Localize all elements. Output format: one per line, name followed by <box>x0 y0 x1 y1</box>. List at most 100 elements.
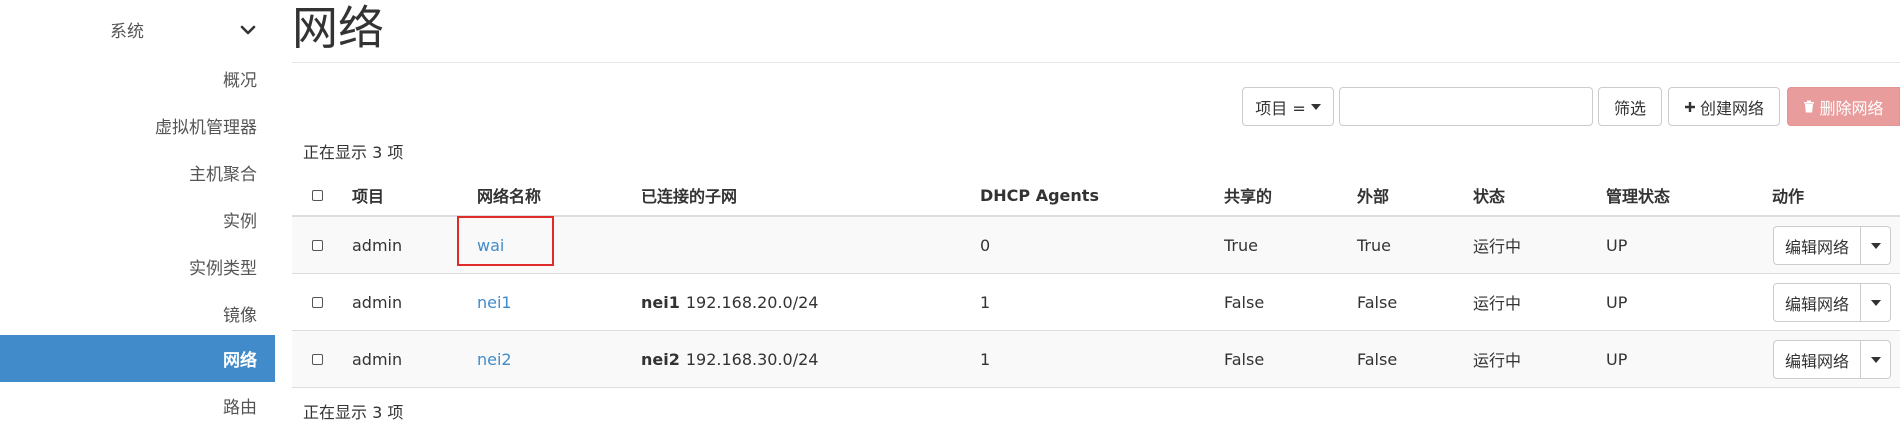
column-header-name[interactable]: 网络名称 <box>477 175 541 215</box>
edit-network-button[interactable]: 编辑网络 <box>1773 340 1862 379</box>
sidebar-section-label: 系统 <box>110 22 144 42</box>
cell-name: wai <box>477 217 504 273</box>
column-header-project[interactable]: 项目 <box>352 175 384 215</box>
row-action-group: 编辑网络 <box>1773 226 1892 265</box>
cell-shared: True <box>1224 235 1258 255</box>
column-header-actions: 动作 <box>1772 187 1805 206</box>
row-action-group: 编辑网络 <box>1773 283 1892 322</box>
row-select-cell <box>312 331 323 387</box>
cell-dhcp: 0 <box>980 235 991 255</box>
network-name-link[interactable]: wai <box>477 236 504 255</box>
cell-subnets: nei1 192.168.20.0/24 <box>641 274 818 330</box>
select-all-checkbox[interactable] <box>312 189 323 201</box>
cell-dhcp: 1 <box>980 292 991 312</box>
row-checkbox[interactable] <box>312 353 323 365</box>
network-name-link[interactable]: nei2 <box>477 350 512 369</box>
create-network-button[interactable]: 创建网络 <box>1668 87 1780 126</box>
sidebar-item-networks[interactable]: 网络 <box>0 335 275 382</box>
cell-shared: False <box>1224 292 1265 312</box>
trash-icon <box>1804 100 1815 113</box>
sidebar-item-instances[interactable]: 实例 <box>0 196 275 243</box>
cell-project: admin <box>352 349 403 369</box>
filter-search-input[interactable] <box>1339 87 1593 126</box>
page-title: 网络 <box>292 1 384 55</box>
subnet-cidr: 192.168.30.0/24 <box>685 349 819 369</box>
cell-status: 运行中 <box>1473 237 1522 256</box>
table-row: admin nei1 nei1 192.168.20.0/24 1 False F… <box>292 274 1900 331</box>
cell-external: True <box>1357 235 1391 255</box>
edit-network-button[interactable]: 编辑网络 <box>1773 226 1862 265</box>
cell-project: admin <box>352 292 403 312</box>
filter-field-dropdown[interactable]: 项目 = <box>1242 87 1334 126</box>
subnet-cidr: 192.168.20.0/24 <box>685 292 819 312</box>
item-count-bottom: 正在显示 3 项 <box>303 403 404 422</box>
column-header-subnets[interactable]: 已连接的子网 <box>641 175 737 215</box>
sidebar-item-label: 虚拟机管理器 <box>155 118 257 138</box>
sidebar-item-host-aggregates[interactable]: 主机聚合 <box>0 149 275 196</box>
sidebar-item-label: 实例类型 <box>189 259 257 279</box>
caret-down-icon <box>1310 103 1321 110</box>
row-actions-dropdown[interactable] <box>1861 226 1892 265</box>
sidebar-item-label: 路由 <box>223 398 257 418</box>
caret-down-icon <box>1870 356 1881 363</box>
table-header: 项目 网络名称 已连接的子网 DHCP Agents 共享的 外部 状态 管理状… <box>292 175 1900 217</box>
cell-subnets <box>641 217 647 273</box>
caret-down-icon <box>1870 242 1881 249</box>
sidebar: 系统 概况 虚拟机管理器 主机聚合 实例 实例类型 镜像 网络 路由 <box>0 0 275 418</box>
chevron-down-icon <box>240 25 256 35</box>
cell-admin-state: UP <box>1606 349 1628 369</box>
sidebar-item-label: 概况 <box>223 71 257 91</box>
column-header-external[interactable]: 外部 <box>1357 175 1389 215</box>
subnet-name: nei2 <box>641 349 680 369</box>
cell-admin-state: UP <box>1606 292 1628 312</box>
cell-shared: False <box>1224 349 1265 369</box>
row-select-cell <box>312 274 323 330</box>
cell-status: 运行中 <box>1473 351 1522 370</box>
row-select-cell <box>312 217 323 273</box>
cell-project: admin <box>352 235 403 255</box>
row-checkbox[interactable] <box>312 239 323 251</box>
cell-name: nei1 <box>477 274 512 330</box>
sidebar-item-images[interactable]: 镜像 <box>0 290 275 337</box>
edit-network-button[interactable]: 编辑网络 <box>1773 283 1862 322</box>
sidebar-item-hypervisors[interactable]: 虚拟机管理器 <box>0 102 275 149</box>
sidebar-item-flavors[interactable]: 实例类型 <box>0 243 275 290</box>
column-header-admin-state[interactable]: 管理状态 <box>1606 175 1670 215</box>
title-divider <box>292 62 1900 63</box>
row-actions-dropdown[interactable] <box>1861 340 1892 379</box>
network-name-link[interactable]: nei1 <box>477 293 512 312</box>
cell-name: nei2 <box>477 331 512 387</box>
sidebar-item-routers[interactable]: 路由 <box>0 382 275 429</box>
subnet-name: nei1 <box>641 292 680 312</box>
item-count: 正在显示 3 项 <box>303 143 404 162</box>
sidebar-item-label: 实例 <box>223 212 257 232</box>
cell-external: False <box>1357 349 1398 369</box>
row-action-group: 编辑网络 <box>1773 340 1892 379</box>
cell-admin-state: UP <box>1606 235 1628 255</box>
sidebar-item-label: 镜像 <box>223 306 257 326</box>
delete-networks-button[interactable]: 删除网络 <box>1787 87 1900 126</box>
filter-button-label: 筛选 <box>1613 98 1646 118</box>
row-checkbox[interactable] <box>312 296 323 308</box>
column-header-shared[interactable]: 共享的 <box>1224 175 1272 215</box>
delete-networks-label: 删除网络 <box>1819 98 1884 118</box>
cell-dhcp: 1 <box>980 349 991 369</box>
sidebar-section-system[interactable]: 系统 <box>0 6 275 53</box>
select-all-cell <box>312 175 323 215</box>
filter-field-label: 项目 = <box>1255 98 1306 118</box>
row-actions-dropdown[interactable] <box>1861 283 1892 322</box>
table-row: admin wai 0 True True 运行中 UP 编辑网络 <box>292 217 1900 274</box>
sidebar-item-label: 主机聚合 <box>189 165 257 185</box>
networks-table: 项目 网络名称 已连接的子网 DHCP Agents 共享的 外部 状态 管理状… <box>292 175 1900 388</box>
column-header-dhcp[interactable]: DHCP Agents <box>980 175 1099 215</box>
cell-status: 运行中 <box>1473 294 1522 313</box>
cell-subnets: nei2 192.168.30.0/24 <box>641 331 818 387</box>
caret-down-icon <box>1870 299 1881 306</box>
create-network-label: 创建网络 <box>1699 98 1764 118</box>
sidebar-item-overview[interactable]: 概况 <box>0 55 275 102</box>
cell-external: False <box>1357 292 1398 312</box>
plus-icon <box>1684 101 1695 112</box>
filter-button[interactable]: 筛选 <box>1598 87 1662 126</box>
table-row: admin nei2 nei2 192.168.30.0/24 1 False F… <box>292 331 1900 388</box>
column-header-status[interactable]: 状态 <box>1473 175 1505 215</box>
